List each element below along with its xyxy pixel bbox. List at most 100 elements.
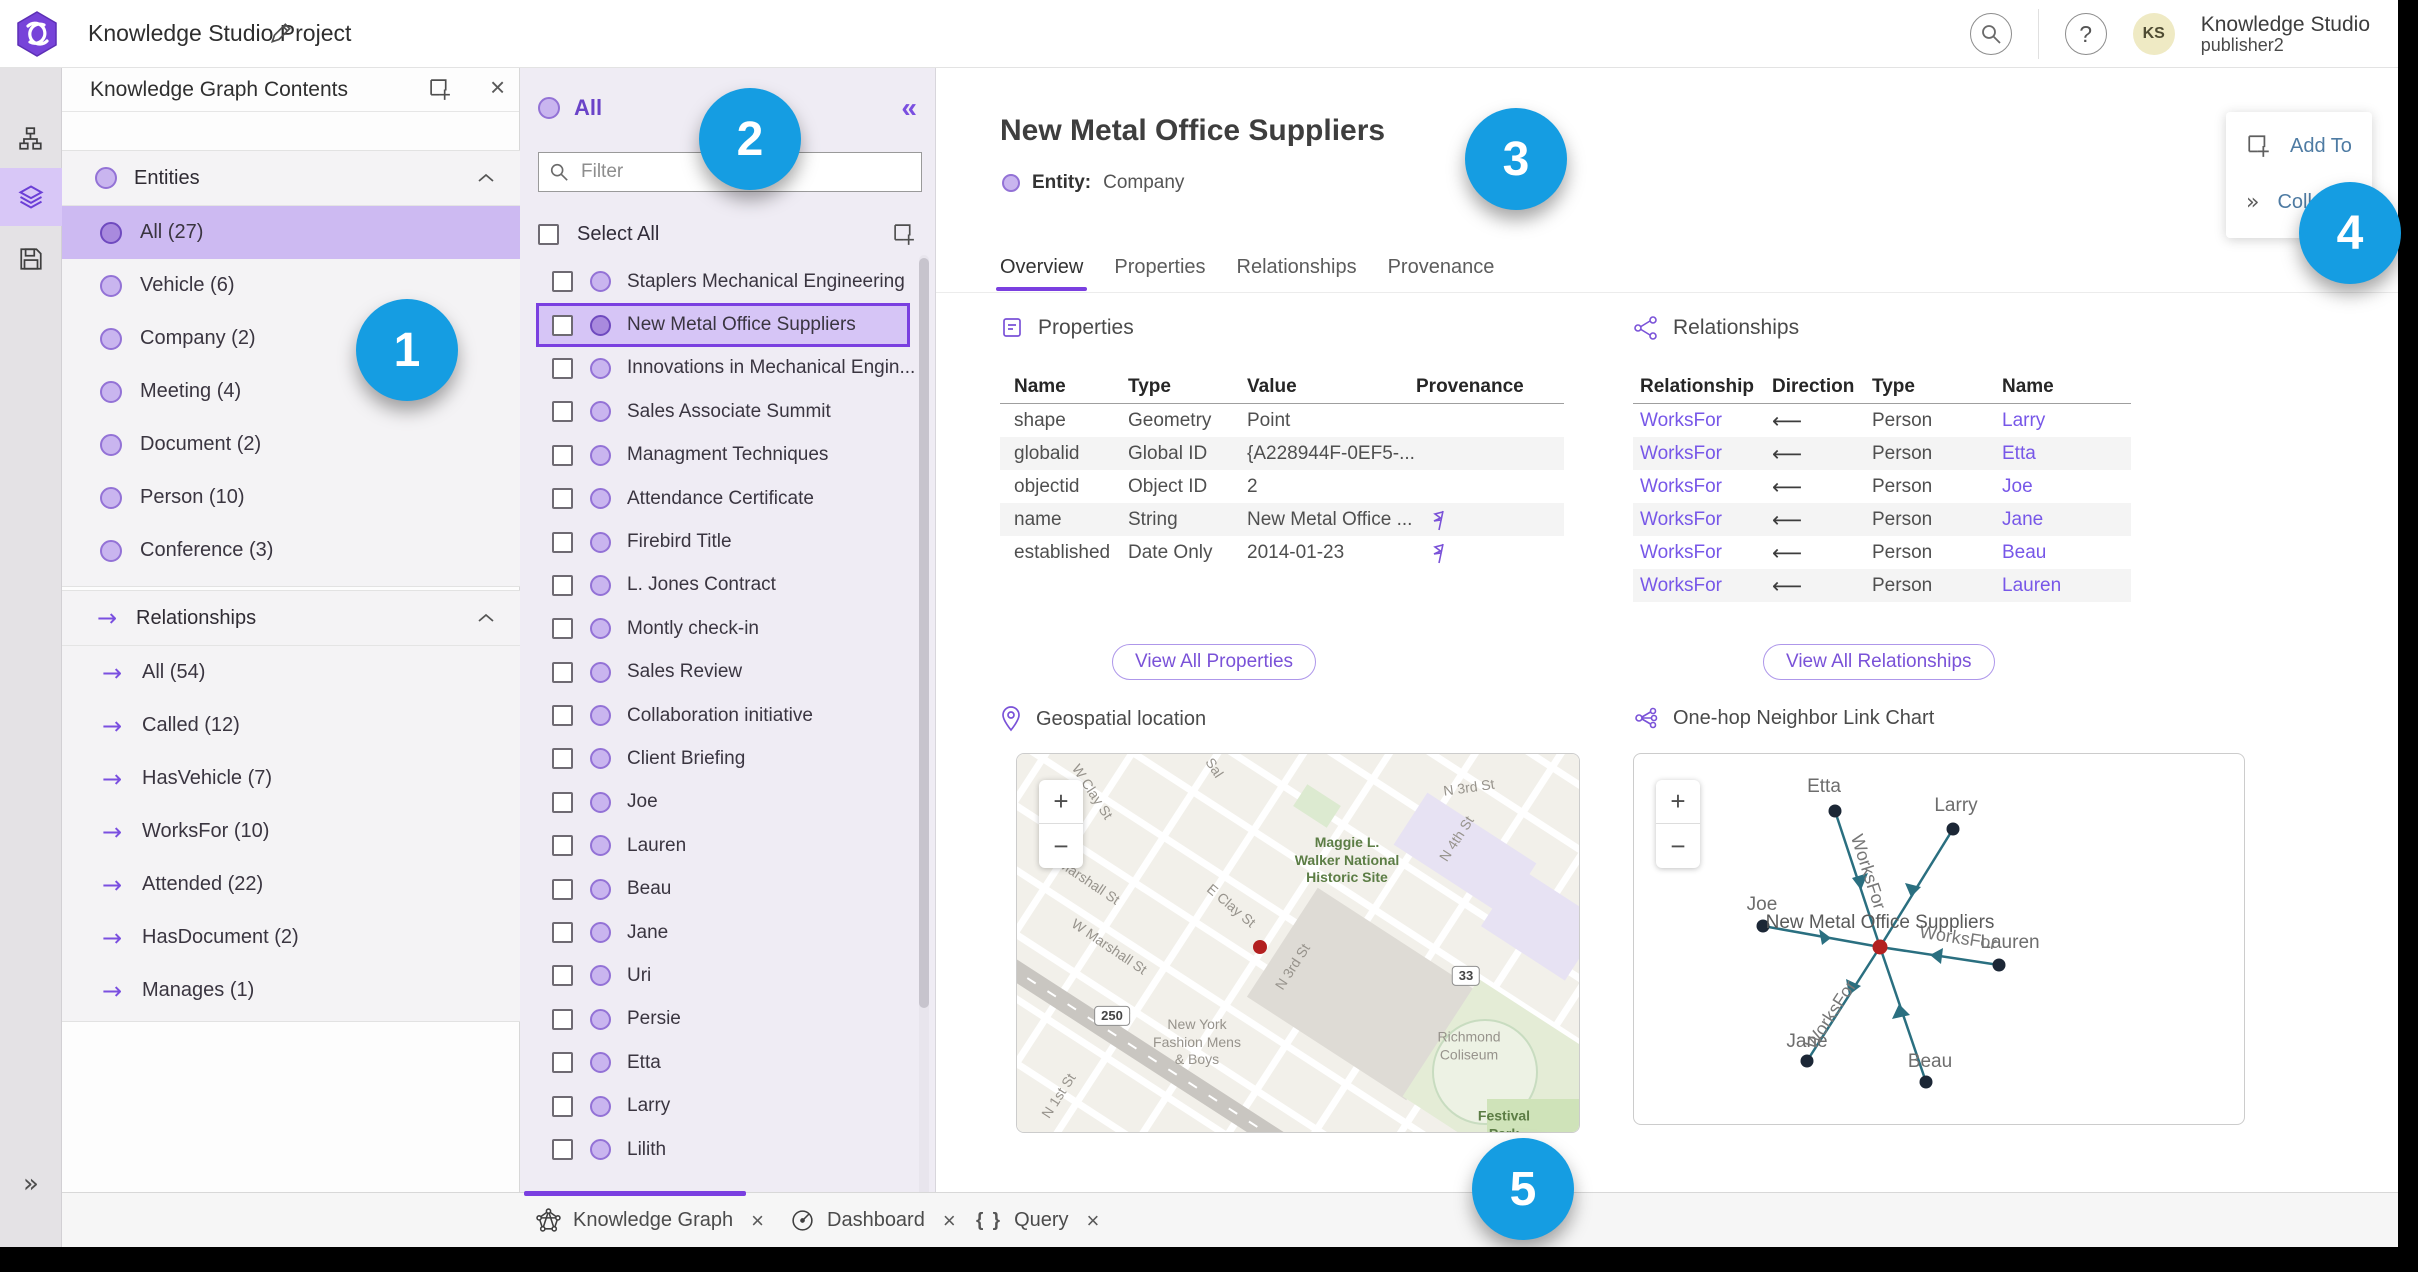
edit-title-icon[interactable]	[268, 20, 294, 46]
app-logo-icon[interactable]	[16, 11, 58, 57]
user-identity[interactable]: Knowledge Studio publisher2	[2201, 13, 2370, 56]
related-name-link[interactable]: Jane	[2002, 509, 2135, 531]
collapse-chevron-icon[interactable]	[478, 613, 494, 623]
related-name-link[interactable]: Lauren	[2002, 575, 2135, 597]
entity-list-item[interactable]: Attendance Certificate	[536, 477, 910, 520]
avatar[interactable]: KS	[2132, 13, 2175, 55]
entity-type-item[interactable]: Vehicle (6)	[62, 259, 520, 312]
relationship-type-item[interactable]: → Manages (1)	[62, 964, 520, 1017]
relationship-row[interactable]: WorksFor ⟵ Person Beau	[1633, 536, 2131, 569]
entity-list-item[interactable]: Sales Associate Summit	[536, 390, 910, 433]
entity-list-item[interactable]: New Metal Office Suppliers	[536, 303, 910, 347]
map-view[interactable]: W Clay St Sal N 3rd St N 4th St Maggie L. Wa…	[1016, 753, 1580, 1133]
select-all-checkbox[interactable]	[538, 223, 559, 245]
entity-list-item[interactable]: Managment Techniques	[536, 434, 910, 477]
view-all-relationships-button[interactable]: View All Relationships	[1763, 644, 1995, 680]
relationship-type-item[interactable]: → Attended (22)	[62, 858, 520, 911]
relationship-type-item[interactable]: → HasVehicle (7)	[62, 752, 520, 805]
relationship-type-item[interactable]: → HasDocument (2)	[62, 911, 520, 964]
schema-tool-button[interactable]	[0, 110, 62, 168]
entity-list-item[interactable]: Montly check-in	[536, 607, 910, 650]
item-checkbox[interactable]	[552, 444, 573, 466]
collapse-panel-icon[interactable]: «	[901, 92, 917, 124]
item-checkbox[interactable]	[552, 661, 573, 683]
collapse-chevron-icon[interactable]	[478, 173, 494, 183]
expand-rail-icon[interactable]: »	[0, 1169, 62, 1199]
item-checkbox[interactable]	[552, 705, 573, 727]
relationship-link[interactable]: WorksFor	[1640, 443, 1772, 465]
detail-tab[interactable]: Relationships	[1237, 256, 1357, 291]
entity-list-item[interactable]: Uri	[536, 954, 910, 997]
entity-list-item[interactable]: Innovations in Mechanical Engin...	[536, 347, 915, 390]
item-checkbox[interactable]	[552, 1139, 573, 1160]
item-checkbox[interactable]	[552, 1095, 573, 1117]
relationship-row[interactable]: WorksFor ⟵ Person Lauren	[1633, 569, 2131, 602]
property-row[interactable]: globalid Global ID {A228944F-0EF5-...	[1000, 437, 1564, 470]
zoom-out-button[interactable]: −	[1039, 824, 1083, 868]
relationship-type-item[interactable]: → Called (12)	[62, 699, 520, 752]
property-row[interactable]: shape Geometry Point	[1000, 404, 1564, 437]
entity-list-item[interactable]: Firebird Title	[536, 520, 910, 563]
entity-list-item[interactable]: Collaboration initiative	[536, 694, 910, 737]
related-name-link[interactable]: Joe	[2002, 476, 2135, 498]
entity-list-item[interactable]: L. Jones Contract	[536, 564, 910, 607]
entity-list-item[interactable]: Larry	[536, 1084, 910, 1127]
close-panel-icon[interactable]: ×	[490, 72, 505, 103]
relationship-row[interactable]: WorksFor ⟵ Person Joe	[1633, 470, 2131, 503]
item-checkbox[interactable]	[552, 618, 573, 640]
item-checkbox[interactable]	[552, 1052, 573, 1074]
entity-list-item[interactable]: Client Briefing	[536, 737, 910, 780]
item-checkbox[interactable]	[552, 965, 573, 987]
entity-list-item[interactable]: Staplers Mechanical Engineering	[536, 260, 910, 303]
location-marker[interactable]	[1253, 940, 1267, 954]
entity-list-item[interactable]: Sales Review	[536, 651, 910, 694]
entity-list-item[interactable]: Lilith	[536, 1128, 910, 1171]
relationship-type-item[interactable]: → All (54)	[62, 646, 520, 699]
provenance-flag-icon[interactable]	[1416, 542, 1578, 564]
item-checkbox[interactable]	[552, 314, 573, 336]
relationship-link[interactable]: WorksFor	[1640, 476, 1772, 498]
related-name-link[interactable]: Larry	[2002, 410, 2135, 432]
search-button[interactable]	[1969, 13, 2012, 55]
relationship-row[interactable]: WorksFor ⟵ Person Jane	[1633, 503, 2131, 536]
item-checkbox[interactable]	[552, 878, 573, 900]
item-checkbox[interactable]	[552, 748, 573, 770]
relationship-link[interactable]: WorksFor	[1640, 410, 1772, 432]
entity-type-item[interactable]: Conference (3)	[62, 524, 520, 577]
property-row[interactable]: name String New Metal Office ...	[1000, 503, 1564, 536]
help-button[interactable]: ?	[2064, 13, 2107, 55]
node-label[interactable]: Beau	[1908, 1051, 1952, 1073]
close-tab-icon[interactable]: ×	[943, 1208, 956, 1234]
item-checkbox[interactable]	[552, 357, 573, 379]
add-selection-icon[interactable]	[892, 222, 917, 247]
entity-type-item[interactable]: Document (2)	[62, 418, 520, 471]
property-row[interactable]: objectid Object ID 2	[1000, 470, 1564, 503]
center-node-label[interactable]: New Metal Office Suppliers	[1766, 912, 1995, 934]
entity-list-item[interactable]: Etta	[536, 1041, 910, 1084]
entity-type-item[interactable]: Person (10)	[62, 471, 520, 524]
property-row[interactable]: established Date Only 2014-01-23	[1000, 536, 1564, 569]
entity-list-item[interactable]: Jane	[536, 911, 910, 954]
item-checkbox[interactable]	[552, 488, 573, 510]
zoom-in-button[interactable]: +	[1039, 780, 1083, 824]
tab-knowledge-graph[interactable]: Knowledge Graph ×	[536, 1193, 764, 1248]
item-checkbox[interactable]	[552, 271, 573, 293]
entity-list-item[interactable]: Persie	[536, 998, 910, 1041]
relationship-row[interactable]: WorksFor ⟵ Person Larry	[1633, 404, 2131, 437]
entity-type-item[interactable]: All (27)	[62, 206, 520, 259]
zoom-in-button[interactable]: +	[1656, 780, 1700, 824]
related-name-link[interactable]: Etta	[2002, 443, 2135, 465]
relationship-link[interactable]: WorksFor	[1640, 509, 1772, 531]
relationship-row[interactable]: WorksFor ⟵ Person Etta	[1633, 437, 2131, 470]
relationships-group-header[interactable]: → Relationships	[62, 591, 520, 646]
layers-tool-button[interactable]	[0, 168, 62, 226]
tab-dashboard[interactable]: Dashboard ×	[790, 1193, 956, 1248]
item-checkbox[interactable]	[552, 791, 573, 813]
provenance-flag-icon[interactable]	[1416, 509, 1578, 531]
detail-tab[interactable]: Properties	[1114, 256, 1205, 291]
item-checkbox[interactable]	[552, 401, 573, 423]
link-chart-view[interactable]: Etta Larry Joe Lauren Jane Beau WorksFor Works…	[1633, 753, 2245, 1125]
node-label[interactable]: Etta	[1807, 776, 1841, 798]
item-checkbox[interactable]	[552, 531, 573, 553]
relationship-link[interactable]: WorksFor	[1640, 575, 1772, 597]
